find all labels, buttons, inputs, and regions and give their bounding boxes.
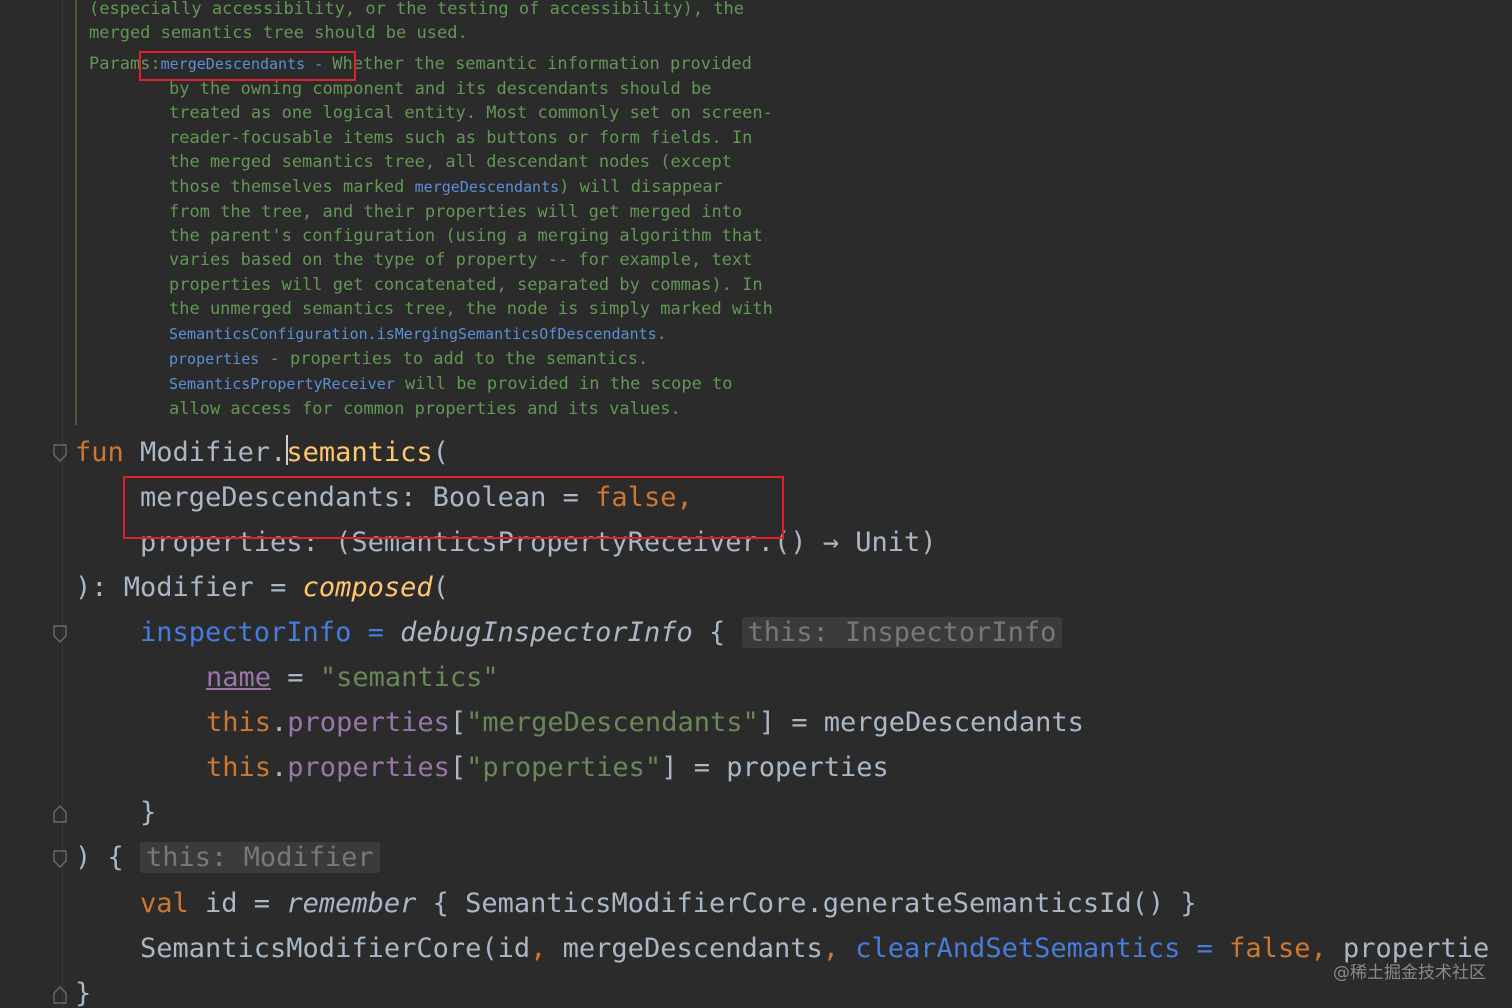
doc-line: properties will get concatenated, separa…	[169, 275, 763, 295]
code-text: mergeDescendants	[546, 933, 823, 964]
code-line: name = "semantics"	[206, 658, 499, 698]
doc-param-link[interactable]: mergeDescendants	[415, 178, 560, 196]
doc-line: SemanticsConfiguration.isMergingSemantic…	[169, 322, 667, 346]
doc-line: from the tree, and their properties will…	[169, 202, 743, 222]
doc-line: the merged semantics tree, all descendan…	[169, 152, 732, 172]
keyword: this	[206, 752, 272, 783]
property-name: properties	[287, 752, 450, 783]
highlight-box	[139, 51, 356, 81]
code-text: Modifier.	[123, 437, 287, 468]
doc-line: the parent's configuration (using a merg…	[169, 226, 763, 246]
property-name: name	[206, 662, 272, 693]
doc-line: the unmerged semantics tree, the node is…	[169, 299, 773, 319]
keyword: val	[140, 888, 189, 919]
property-name: properties	[287, 707, 450, 738]
code-line: this.properties["mergeDescendants"] = me…	[206, 703, 1084, 743]
code-text: ] = mergeDescendants	[758, 707, 1084, 738]
function-name: semantics	[286, 437, 433, 468]
code-line: }	[140, 797, 157, 828]
code-line: val id = remember { SemanticsModifierCor…	[140, 884, 1197, 924]
code-text: =	[1180, 933, 1230, 964]
inlay-hint: this: Modifier	[140, 842, 380, 873]
code-text: ,	[822, 933, 840, 964]
code-text: .	[271, 752, 288, 783]
doc-class-link[interactable]: SemanticsPropertyReceiver	[169, 375, 395, 393]
code-line: }	[75, 978, 92, 1008]
doc-text: .	[656, 324, 667, 344]
code-text: ) {	[75, 842, 141, 873]
code-line: ): Modifier = composed(	[75, 568, 449, 608]
code-line: SemanticsModifierCore(id, mergeDescendan…	[140, 929, 1489, 969]
inlay-hint: this: InspectorInfo	[741, 617, 1063, 648]
code-line: this.properties["properties"] = properti…	[206, 748, 889, 788]
code-text: ,	[530, 933, 547, 964]
doc-line: merged semantics tree should be used.	[89, 23, 468, 43]
keyword: false	[1229, 933, 1311, 964]
code-text: (	[432, 572, 449, 603]
keyword: fun	[75, 437, 124, 468]
code-text: SemanticsModifierCore(id	[140, 933, 531, 964]
code-editor: (especially accessibility, or the testin…	[0, 0, 1512, 1008]
function-call: remember	[286, 888, 417, 919]
function-call: debugInspectorInfo	[400, 617, 693, 648]
doc-line: varies based on the type of property -- …	[169, 250, 753, 270]
code-line: ) { this: Modifier	[75, 838, 380, 878]
code-text: [	[449, 752, 467, 783]
doc-text: ) will disappear	[559, 177, 723, 197]
watermark: @稀土掘金技术社区	[1333, 963, 1486, 983]
code-line: fun Modifier.semantics(	[75, 433, 449, 473]
doc-class-link[interactable]: SemanticsConfiguration.isMergingSemantic…	[169, 325, 657, 343]
function-call: composed	[302, 572, 433, 603]
code-text: ] = properties	[661, 752, 889, 783]
doc-line: SemanticsPropertyReceiver will be provid…	[169, 372, 733, 396]
property-name: inspectorInfo	[140, 617, 352, 648]
code-text: [	[449, 707, 467, 738]
string-literal: "mergeDescendants"	[466, 707, 759, 738]
code-line: inspectorInfo = debugInspectorInfo { thi…	[140, 613, 1063, 653]
code-text: =	[271, 662, 320, 693]
doc-line: properties - properties to add to the se…	[169, 347, 648, 371]
doc-line: (especially accessibility, or the testin…	[89, 0, 745, 19]
code-text: (	[432, 437, 449, 468]
code-text: {	[692, 617, 742, 648]
doc-text: Whether the semantic information provide…	[332, 54, 752, 74]
doc-line: those themselves marked mergeDescendants…	[169, 175, 723, 199]
doc-line: treated as one logical entity. Most comm…	[169, 103, 773, 123]
string-literal: "semantics"	[319, 662, 499, 693]
code-text: =	[351, 617, 401, 648]
code-text: id =	[188, 888, 287, 919]
code-text: ,	[1310, 933, 1327, 964]
doc-text: will be provided in the scope to	[394, 374, 733, 394]
doc-text: - properties to add to the semantics.	[259, 349, 649, 369]
highlight-box	[123, 476, 784, 539]
doc-text: those themselves marked	[169, 177, 415, 197]
string-literal: "properties"	[466, 752, 662, 783]
doc-line: reader-focusable items such as buttons o…	[169, 128, 753, 148]
code-text: ): Modifier =	[75, 572, 303, 603]
kdoc-bar	[75, 0, 77, 425]
keyword: this	[206, 707, 272, 738]
named-arg: clearAndSetSemantics	[839, 933, 1181, 964]
doc-param-link[interactable]: properties	[169, 350, 259, 368]
doc-line: allow access for common properties and i…	[169, 399, 681, 419]
code-text: .	[271, 707, 288, 738]
code-text: { SemanticsModifierCore.generateSemantic…	[416, 888, 1197, 919]
